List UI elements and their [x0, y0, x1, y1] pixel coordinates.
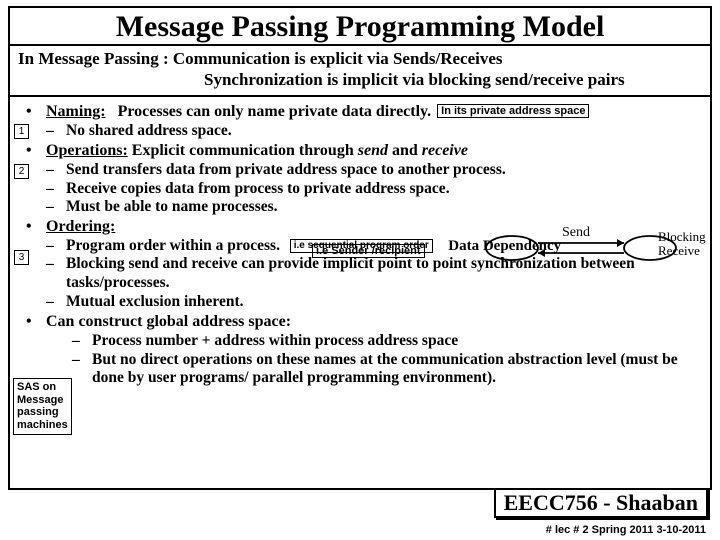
- intro-prefix: In Message Passing :: [18, 49, 169, 68]
- operations-bullet: • Operations: Explicit communication thr…: [46, 142, 702, 160]
- footer-course-box: EECC756 - Shaaban: [494, 488, 708, 518]
- slide-title: Message Passing Programming Model: [10, 8, 710, 46]
- naming-label: Naming:: [46, 103, 106, 120]
- construct-bullet: • Can construct global address space:: [46, 313, 702, 331]
- blocking-receive-label: Blocking Receive: [658, 230, 706, 257]
- naming-bullet: • Naming: Processes can only name privat…: [46, 103, 702, 121]
- naming-text: Processes can only name private data dir…: [118, 103, 432, 120]
- operations-sub3: –Must be able to name processes.: [46, 198, 702, 217]
- ordering-sub3: –Mutual exclusion inherent.: [46, 293, 702, 312]
- intro-block: In Message Passing : Communication is ex…: [10, 46, 710, 97]
- sas-note-box: SAS on Message passing machines: [13, 378, 72, 435]
- operations-receive: receive: [422, 142, 468, 159]
- operations-send: send: [358, 142, 388, 159]
- operations-text-a: Explicit communication through: [132, 142, 358, 159]
- naming-tag: In its private address space: [437, 104, 589, 118]
- naming-sub1: –No shared address space.: [46, 122, 702, 141]
- sender-recipient-box: i.e Sender /recipient: [312, 244, 425, 258]
- operations-text-b: and: [388, 142, 422, 159]
- footer-small-text: # lec # 2 Spring 2011 3-10-2011: [546, 524, 706, 536]
- send-label: Send: [562, 225, 590, 241]
- construct-sub1: –Process number + address within process…: [46, 332, 702, 351]
- ordering-label: Ordering:: [46, 218, 115, 235]
- operations-sub2: –Receive copies data from process to pri…: [46, 180, 702, 199]
- intro-line1: Communication is explicit via Sends/Rece…: [173, 49, 503, 68]
- operations-label: Operations:: [46, 142, 128, 159]
- construct-text: Can construct global address space:: [46, 313, 291, 330]
- operations-sub1: –Send transfers data from private addres…: [46, 161, 702, 180]
- construct-sub2: –But no direct operations on these names…: [46, 351, 702, 388]
- slide-frame: Message Passing Programming Model In Mes…: [8, 6, 712, 490]
- intro-line2: Synchronization is implicit via blocking…: [18, 69, 702, 90]
